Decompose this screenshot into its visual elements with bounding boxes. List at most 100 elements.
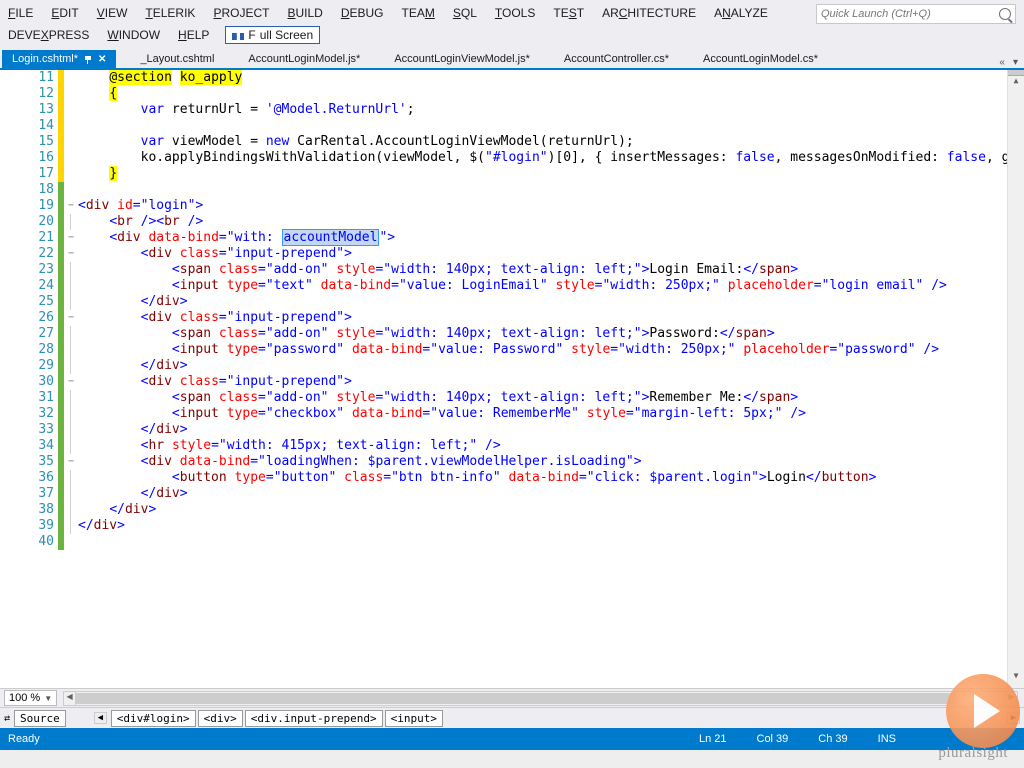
line-number: 32 <box>0 406 54 422</box>
code-line[interactable]: <div data-bind="loadingWhen: $parent.vie… <box>78 454 1007 470</box>
menu-telerik[interactable]: TELERIK <box>143 5 197 21</box>
line-number: 18 <box>0 182 54 198</box>
code-line[interactable]: @section ko_apply <box>78 70 1007 86</box>
code-area[interactable]: @section ko_apply { var returnUrl = '@Mo… <box>78 70 1007 688</box>
fullscreen-icon <box>232 30 244 40</box>
line-number: 13 <box>0 102 54 118</box>
tab-label: Login.cshtml* <box>12 53 78 65</box>
tab-3[interactable]: AccountLoginViewModel.js* <box>384 50 540 68</box>
code-line[interactable]: <div data-bind="with: accountModel"> <box>78 230 1007 246</box>
code-line[interactable]: <span class="add-on" style="width: 140px… <box>78 326 1007 342</box>
code-line[interactable]: ko.applyBindingsWithValidation(viewModel… <box>78 150 1007 166</box>
design-split-icon[interactable]: ⇄ <box>4 713 10 724</box>
code-line[interactable]: var viewModel = new CarRental.AccountLog… <box>78 134 1007 150</box>
tab-5[interactable]: AccountLoginModel.cs* <box>693 50 828 68</box>
breadcrumb-item-3[interactable]: <input> <box>385 710 443 727</box>
line-number: 35 <box>0 454 54 470</box>
code-line[interactable]: <input type="password" data-bind="value:… <box>78 342 1007 358</box>
menu-test[interactable]: TEST <box>551 5 586 21</box>
code-line[interactable] <box>78 534 1007 550</box>
line-number: 27 <box>0 326 54 342</box>
source-view-button[interactable]: Source <box>14 710 66 727</box>
vertical-scrollbar[interactable]: ▲ ▼ <box>1007 70 1024 688</box>
menu-sql[interactable]: SQL <box>451 5 479 21</box>
menu-project[interactable]: PROJECT <box>211 5 271 21</box>
code-line[interactable] <box>78 182 1007 198</box>
fold-toggle-icon[interactable]: − <box>64 374 78 390</box>
zoom-bar: 100 % ▼ ◀ ▶ <box>0 688 1024 707</box>
code-line[interactable]: <input type="checkbox" data-bind="value:… <box>78 406 1007 422</box>
tab-4[interactable]: AccountController.cs* <box>554 50 679 68</box>
code-line[interactable]: { <box>78 86 1007 102</box>
fold-toggle-icon[interactable]: − <box>64 198 78 214</box>
pin-icon[interactable] <box>84 55 92 63</box>
fold-toggle-icon[interactable]: − <box>64 310 78 326</box>
breadcrumb-back-icon[interactable]: ◀ <box>94 712 107 724</box>
breadcrumb-item-1[interactable]: <div> <box>198 710 243 727</box>
code-line[interactable]: </div> <box>78 518 1007 534</box>
fold-toggle-icon[interactable]: − <box>64 454 78 470</box>
code-line[interactable]: <button type="button" class="btn btn-inf… <box>78 470 1007 486</box>
code-line[interactable]: <input type="text" data-bind="value: Log… <box>78 278 1007 294</box>
code-line[interactable]: <div class="input-prepend"> <box>78 310 1007 326</box>
code-line[interactable]: </div> <box>78 422 1007 438</box>
tab-0[interactable]: Login.cshtml* ✕ <box>2 50 116 68</box>
code-line[interactable]: var returnUrl = '@Model.ReturnUrl'; <box>78 102 1007 118</box>
code-line[interactable]: </div> <box>78 294 1007 310</box>
menu-edit[interactable]: EDIT <box>49 5 80 21</box>
code-line[interactable]: </div> <box>78 358 1007 374</box>
code-line[interactable]: } <box>78 166 1007 182</box>
line-number: 30 <box>0 374 54 390</box>
menu-devexpress[interactable]: DEVEXPRESS <box>6 27 91 43</box>
menu-view[interactable]: VIEW <box>95 5 130 21</box>
status-ins: INS <box>878 733 896 745</box>
menu-debug[interactable]: DEBUG <box>339 5 386 21</box>
code-line[interactable]: <div id="login"> <box>78 198 1007 214</box>
line-number: 37 <box>0 486 54 502</box>
code-line[interactable]: <div class="input-prepend"> <box>78 246 1007 262</box>
menu-analyze[interactable]: ANALYZE <box>712 5 770 21</box>
fullscreen-button[interactable]: Full Screen <box>225 26 320 44</box>
code-line[interactable]: <div class="input-prepend"> <box>78 374 1007 390</box>
code-line[interactable]: <span class="add-on" style="width: 140px… <box>78 262 1007 278</box>
line-number: 21 <box>0 230 54 246</box>
breadcrumb-item-2[interactable]: <div.input-prepend> <box>245 710 383 727</box>
scroll-up-icon[interactable]: ▲ <box>1008 76 1024 93</box>
zoom-dropdown[interactable]: 100 % ▼ <box>4 690 57 706</box>
menu-file[interactable]: FILE <box>6 5 35 21</box>
code-line[interactable]: <hr style="width: 415px; text-align: lef… <box>78 438 1007 454</box>
menu-help[interactable]: HELP <box>176 27 211 43</box>
quick-launch-input[interactable] <box>821 8 999 20</box>
code-line[interactable]: </div> <box>78 486 1007 502</box>
tab-overflow-icon[interactable]: « <box>997 57 1007 68</box>
code-line[interactable]: </div> <box>78 502 1007 518</box>
fold-column[interactable]: −−−−−− <box>64 70 78 688</box>
fold-toggle-icon[interactable]: − <box>64 230 78 246</box>
line-number: 23 <box>0 262 54 278</box>
line-number: 39 <box>0 518 54 534</box>
menu-build[interactable]: BUILD <box>285 5 324 21</box>
line-number: 28 <box>0 342 54 358</box>
menu-window[interactable]: WINDOW <box>105 27 162 43</box>
line-number: 24 <box>0 278 54 294</box>
fold-toggle-icon[interactable]: − <box>64 246 78 262</box>
quick-launch[interactable] <box>816 4 1016 24</box>
line-number: 12 <box>0 86 54 102</box>
scrollbar-thumb[interactable] <box>76 693 956 704</box>
tab-1[interactable]: _Layout.cshtml <box>130 50 224 68</box>
close-icon[interactable]: ✕ <box>98 54 106 65</box>
menu-team[interactable]: TEAM <box>400 5 437 21</box>
code-line[interactable]: <br /><br /> <box>78 214 1007 230</box>
menu-architecture[interactable]: ARCHITECTURE <box>600 5 698 21</box>
code-line[interactable] <box>78 118 1007 134</box>
scroll-left-icon[interactable]: ◀ <box>64 692 76 705</box>
tab-dropdown-icon[interactable]: ▾ <box>1011 57 1020 68</box>
code-line[interactable]: <span class="add-on" style="width: 140px… <box>78 390 1007 406</box>
code-editor[interactable]: 1112131415161718192021222324252627282930… <box>0 70 1024 688</box>
search-icon[interactable] <box>999 8 1011 20</box>
horizontal-scrollbar[interactable]: ◀ ▶ <box>63 691 1018 706</box>
chevron-down-icon[interactable]: ▼ <box>44 694 52 703</box>
tab-2[interactable]: AccountLoginModel.js* <box>238 50 370 68</box>
menu-tools[interactable]: TOOLS <box>493 5 537 21</box>
breadcrumb-item-0[interactable]: <div#login> <box>111 710 196 727</box>
